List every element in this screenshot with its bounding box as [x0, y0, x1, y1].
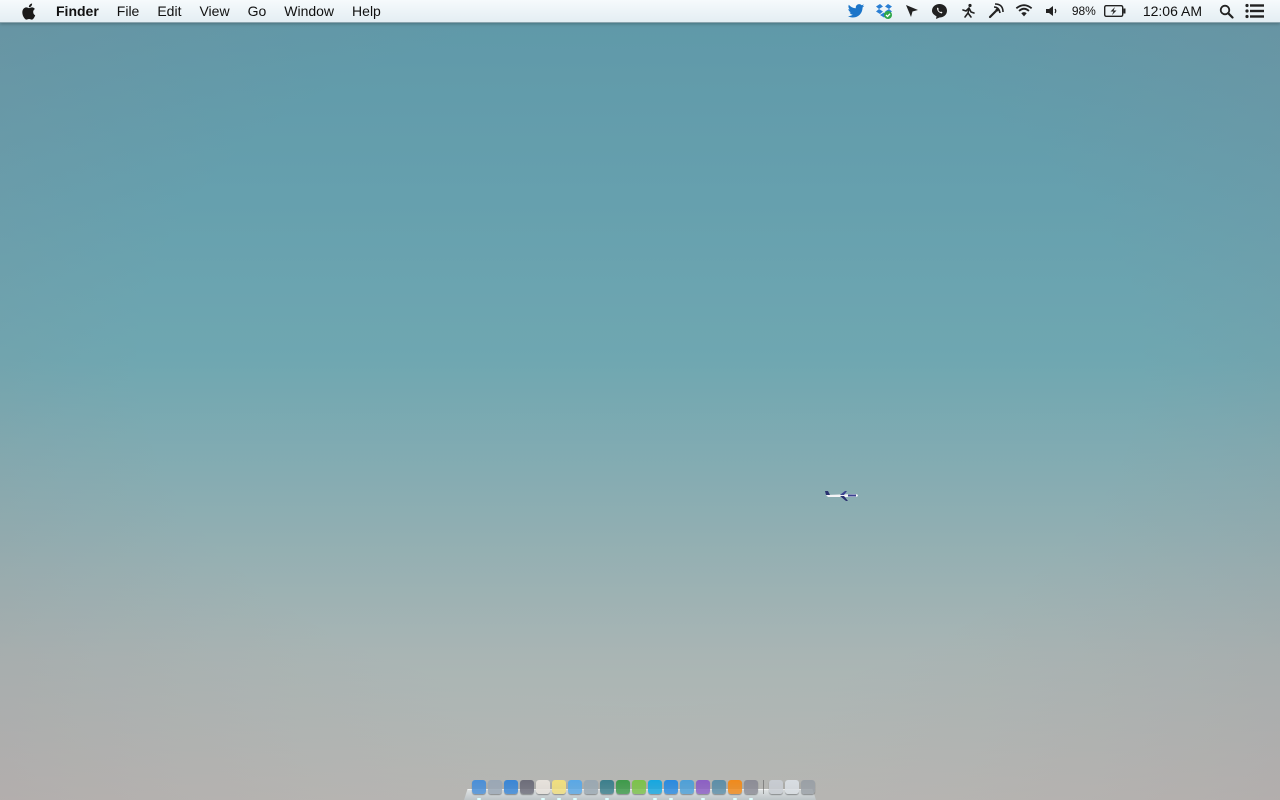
battery-percentage[interactable]: 98% [1072, 4, 1096, 18]
menu-bar: Finder File Edit View Go Window Help 98%… [0, 0, 1280, 23]
dock-evernote-icon[interactable] [632, 780, 646, 794]
dock-image-capture-icon[interactable] [712, 780, 726, 794]
running-figure-icon[interactable] [959, 2, 977, 20]
dock-icons [472, 780, 815, 800]
dock-notes-icon[interactable] [552, 780, 566, 800]
dock-skype-icon[interactable] [648, 780, 662, 800]
dock-sparrow-icon[interactable] [680, 780, 694, 794]
desktop: Finder File Edit View Go Window Help 98%… [0, 0, 1280, 800]
dock-app-store-icon[interactable] [504, 780, 518, 794]
dock-twitter-icon[interactable] [664, 780, 678, 800]
menu-bar-left: Finder File Edit View Go Window Help [0, 0, 390, 22]
dock-viber-icon[interactable] [696, 780, 710, 800]
dropbox-sync-icon[interactable] [875, 2, 893, 20]
dock-system-preferences-icon[interactable] [744, 780, 758, 800]
cursor-arrow-icon[interactable] [903, 2, 921, 20]
dock-trash-icon[interactable] [801, 780, 815, 794]
viber-icon[interactable] [931, 2, 949, 20]
menu-help[interactable]: Help [343, 0, 390, 22]
menu-window[interactable]: Window [275, 0, 343, 22]
dock-numbers-icon[interactable] [616, 780, 630, 794]
menu-go[interactable]: Go [239, 0, 276, 22]
search-icon[interactable] [1217, 2, 1235, 20]
dock-safari-icon[interactable] [568, 780, 582, 800]
list-icon[interactable] [1245, 2, 1265, 20]
twitter-icon[interactable] [847, 2, 865, 20]
dock-finder-icon[interactable] [472, 780, 486, 800]
menu-file[interactable]: File [108, 0, 149, 22]
dock-documents-stack-icon[interactable] [769, 780, 783, 794]
dock-launchpad-icon[interactable] [488, 780, 502, 794]
dock-calendar-icon[interactable] [536, 780, 550, 800]
menu-bar-extras: 98% 12:06 AM [842, 0, 1280, 22]
menu-app-finder[interactable]: Finder [56, 0, 108, 22]
apple-menu-icon[interactable] [20, 0, 36, 22]
dock-photo-app-icon[interactable] [600, 780, 614, 800]
dock [464, 778, 816, 800]
wallpaper-vignette [0, 0, 1280, 800]
wifi-icon[interactable] [1015, 2, 1033, 20]
dock-preview-icon[interactable] [584, 780, 598, 794]
menu-edit[interactable]: Edit [148, 0, 190, 22]
volume-icon[interactable] [1043, 2, 1061, 20]
dock-vlc-icon[interactable] [728, 780, 742, 800]
airplane-wallpaper-detail [825, 491, 858, 501]
dock-downloads-stack-icon[interactable] [785, 780, 799, 794]
dock-separator [763, 780, 764, 794]
menu-clock[interactable]: 12:06 AM [1143, 3, 1202, 19]
dock-mission-control-icon[interactable] [520, 780, 534, 794]
menu-view[interactable]: View [190, 0, 238, 22]
antenna-icon[interactable] [987, 2, 1005, 20]
battery-charging-icon[interactable] [1103, 2, 1126, 20]
